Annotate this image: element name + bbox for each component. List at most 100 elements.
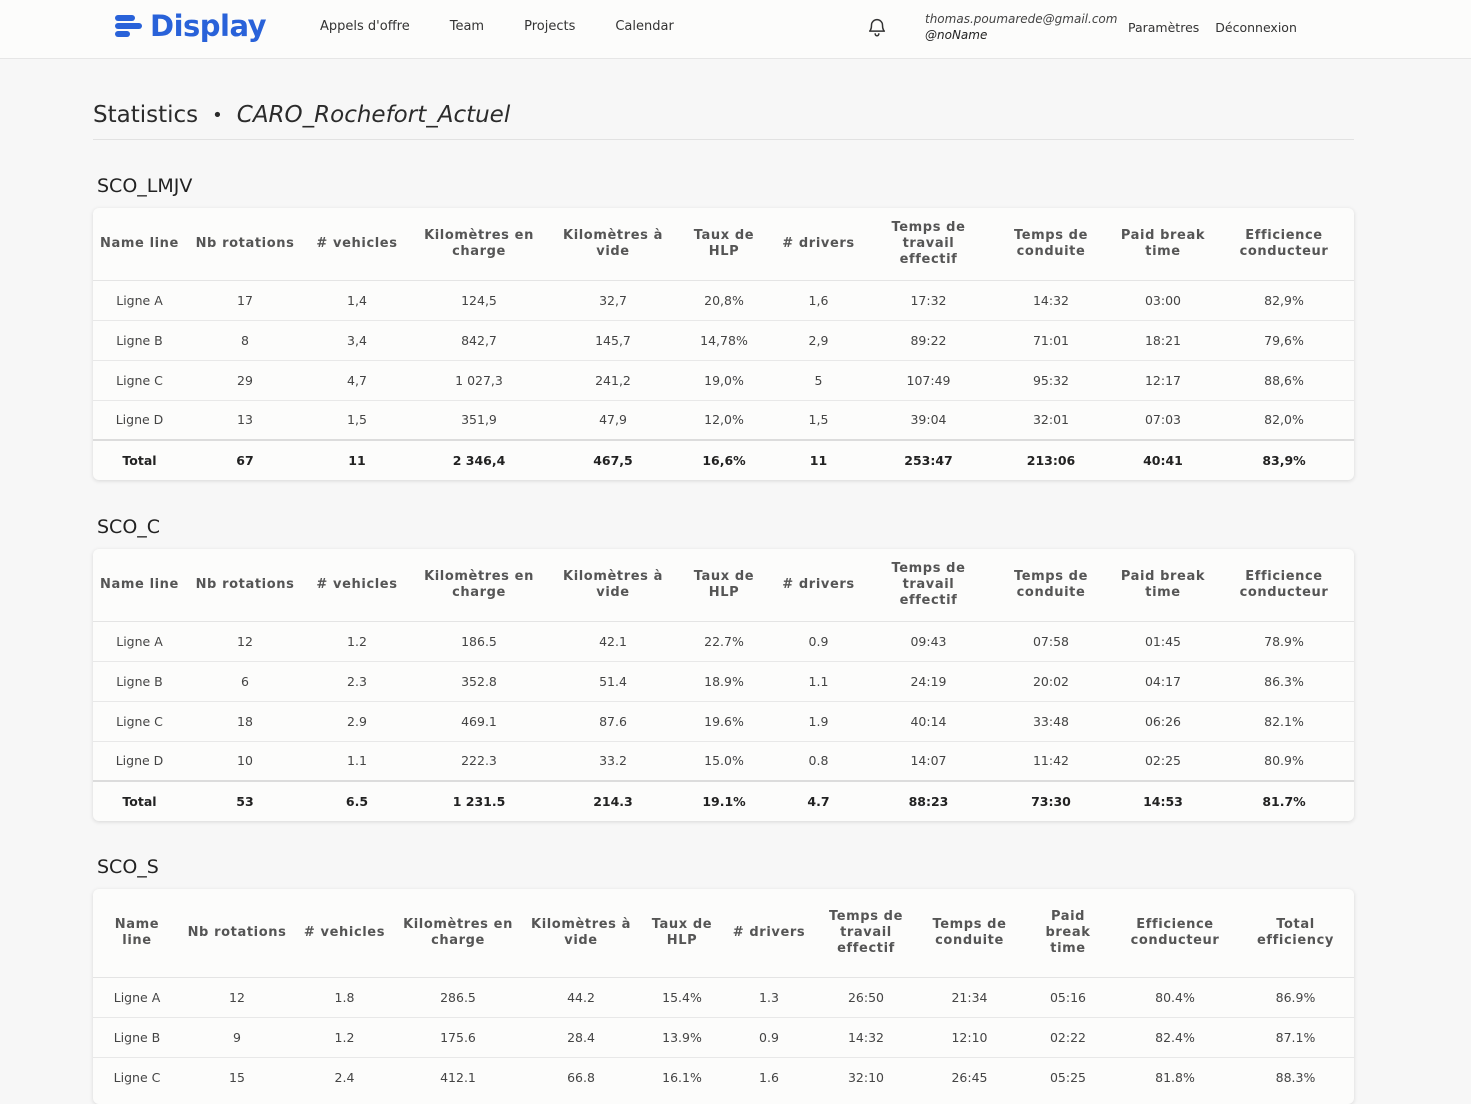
line-name-cell: Ligne C (93, 360, 186, 401)
column-header[interactable]: Nb rotations (186, 549, 304, 622)
column-header[interactable]: Temps de travail effectif (867, 208, 990, 281)
table-cell: 11:42 (990, 741, 1112, 782)
column-header[interactable]: # drivers (770, 549, 867, 622)
table-cell: 95:32 (990, 360, 1112, 401)
table-cell: 175.6 (396, 1017, 520, 1058)
user-info: thomas.poumarede@gmail.com @noName (925, 11, 1117, 43)
column-header[interactable]: Taux de HLP (678, 208, 770, 281)
column-header[interactable]: Kilomètres à vide (520, 889, 642, 978)
table-total-row: Total 53 6.5 1 231.5 214.3 19.1% 4.7 88:23 73:30… (93, 780, 1354, 821)
table-cell: 15.0% (678, 741, 770, 782)
column-header[interactable]: Temps de conduite (916, 889, 1023, 978)
column-header[interactable]: # vehicles (304, 208, 410, 281)
total-cell: 73:30 (990, 780, 1112, 821)
table-cell: 51.4 (548, 661, 678, 702)
table-cell: 1,4 (304, 280, 410, 321)
table-cell: 26:45 (951, 1069, 988, 1085)
table-cell: 40:14 (867, 701, 990, 742)
column-header[interactable]: Kilomètres en charge (396, 889, 520, 978)
table-cell: 86.9% (1237, 977, 1354, 1018)
column-header[interactable]: Temps de conduite (990, 208, 1112, 281)
line-name-cell: Ligne C (113, 1069, 161, 1085)
column-header[interactable]: Kilomètres à vide (548, 208, 678, 281)
column-header[interactable]: Taux de HLP (678, 549, 770, 622)
column-header[interactable]: Kilomètres en charge (410, 208, 548, 281)
table-row: Ligne A 12 1.2 186.5 42.1 22.7% 0.9 09:43 07:58 0… (93, 621, 1354, 662)
column-header[interactable]: Temps de travail effectif (816, 889, 916, 978)
total-cell: 467,5 (548, 439, 678, 480)
column-header[interactable]: # drivers (770, 208, 867, 281)
column-header[interactable]: # drivers (722, 889, 816, 978)
line-name-cell: Ligne A (93, 977, 181, 1018)
nav-team[interactable]: Team (450, 19, 484, 34)
column-header[interactable]: Name line (93, 889, 181, 978)
user-handle: @noName (925, 28, 988, 42)
table-cell: 19.6% (678, 701, 770, 742)
table-cell: 13.9% (642, 1017, 722, 1058)
user-email: thomas.poumarede@gmail.com (925, 12, 1118, 26)
table-cell: 4,7 (304, 360, 410, 401)
table-cell: 12 (186, 621, 304, 662)
column-header[interactable]: Total efficiency (1237, 889, 1354, 978)
column-header[interactable]: Nb rotations (181, 889, 293, 978)
column-header[interactable]: Efficience conducteur (1214, 208, 1354, 281)
table-cell: 44.2 (520, 977, 642, 1018)
column-header[interactable]: Name line (93, 549, 186, 622)
table-cell: 286.5 (396, 977, 520, 1018)
column-header[interactable]: # vehicles (293, 889, 396, 978)
table-cell: 222.3 (410, 741, 548, 782)
table-cell: 0.8 (770, 741, 867, 782)
column-header[interactable]: Kilomètres à vide (548, 549, 678, 622)
total-label-cell: Total (93, 780, 186, 821)
nav-calendar[interactable]: Calendar (615, 19, 673, 34)
column-header[interactable]: Kilomètres en charge (410, 549, 548, 622)
column-header[interactable]: Nb rotations (186, 208, 304, 281)
table-cell: 2.3 (304, 661, 410, 702)
table-cell: 13 (186, 400, 304, 441)
stats-table-card: Name line Nb rotations # vehicles Kilomètre… (93, 549, 1354, 821)
settings-link[interactable]: Paramètres (1128, 20, 1199, 35)
total-cell: 6.5 (304, 780, 410, 821)
app-name: Display (150, 9, 267, 43)
app-logo[interactable]: Display (115, 8, 267, 44)
table-cell: 26:50 (816, 977, 916, 1018)
page-title-label: Statistics (93, 102, 199, 128)
table-cell: 20:02 (990, 661, 1112, 702)
stats-table-card: Name line Nb rotations # vehicles Kilomètre… (93, 889, 1354, 1104)
column-header[interactable]: Paid break time (1112, 208, 1214, 281)
column-header[interactable]: Efficience conducteur (1214, 549, 1354, 622)
table-cell: 1.2 (304, 621, 410, 662)
column-header[interactable]: Temps de travail effectif (867, 549, 990, 622)
total-cell: 19.1% (678, 780, 770, 821)
table-cell: 1.2 (293, 1017, 396, 1058)
total-cell: 214.3 (548, 780, 678, 821)
logout-link[interactable]: Déconnexion (1215, 20, 1297, 35)
table-header-row: Name line Nb rotations # vehicles Kilomètre… (93, 208, 1354, 281)
line-name-cell: Ligne A (93, 280, 186, 321)
column-header[interactable]: Name line (93, 208, 186, 281)
column-header[interactable]: Paid break time (1023, 889, 1113, 978)
column-header[interactable]: Paid break time (1112, 549, 1214, 622)
main-nav: Appels d'offre Team Projects Calendar (320, 19, 674, 34)
table-cell: 82,9% (1214, 280, 1354, 321)
table-cell: 05:16 (1023, 977, 1113, 1018)
table-cell: 1.8 (293, 977, 396, 1018)
table-cell: 89:22 (867, 320, 990, 361)
nav-projects[interactable]: Projects (524, 19, 575, 34)
total-cell: 16,6% (678, 439, 770, 480)
total-cell: 81.7% (1214, 780, 1354, 821)
column-header[interactable]: Efficience conducteur (1113, 889, 1237, 978)
table-row: Ligne C 18 2.9 469.1 87.6 19.6% 1.9 40:14 33:48 0… (93, 701, 1354, 742)
bell-icon[interactable] (866, 16, 888, 38)
table-cell: 12:10 (916, 1017, 1023, 1058)
page-title: Statistics • CARO_Rochefort_Actuel (93, 102, 510, 128)
table-cell: 80.4% (1113, 977, 1237, 1018)
column-header[interactable]: Temps de conduite (990, 549, 1112, 622)
column-header[interactable]: Taux de HLP (642, 889, 722, 978)
column-header[interactable]: # vehicles (304, 549, 410, 622)
nav-appels-offre[interactable]: Appels d'offre (320, 19, 410, 34)
table-cell: 28.4 (520, 1017, 642, 1058)
table-cell: 21:34 (916, 977, 1023, 1018)
stats-table: Name line Nb rotations # vehicles Kilomètre… (93, 549, 1354, 821)
table-cell: 6 (186, 661, 304, 702)
